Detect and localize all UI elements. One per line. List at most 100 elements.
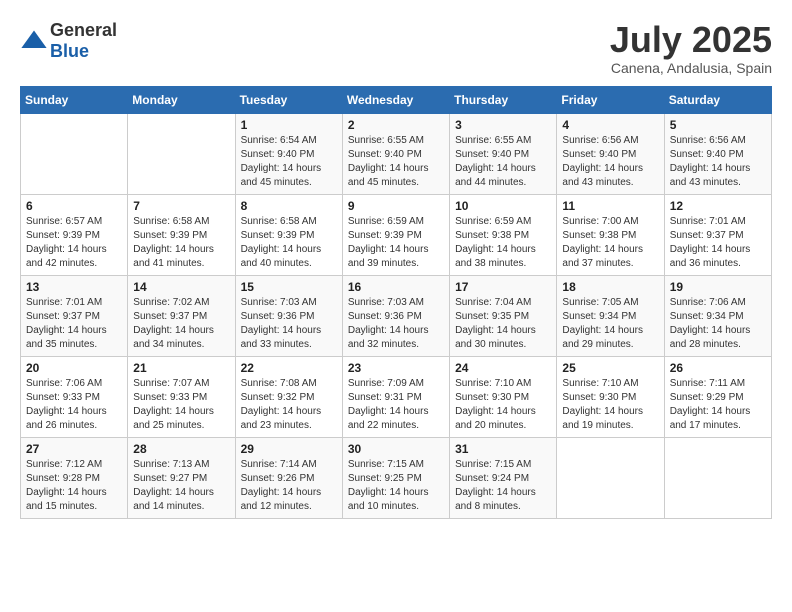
table-row (128, 113, 235, 194)
day-info: Sunrise: 6:58 AMSunset: 9:39 PMDaylight:… (241, 216, 322, 269)
table-row: 3 Sunrise: 6:55 AMSunset: 9:40 PMDaylight… (450, 113, 557, 194)
logo-blue: Blue (50, 41, 89, 61)
table-row: 8Sunrise: 6:58 AMSunset: 9:39 PMDaylight… (235, 194, 342, 275)
header-sunday: Sunday (21, 86, 128, 113)
table-row: 7Sunrise: 6:58 AMSunset: 9:39 PMDaylight… (128, 194, 235, 275)
calendar-week-row: 20 Sunrise: 7:06 AMSunset: 9:33 PMDayligh… (21, 356, 772, 437)
table-row: 10 Sunrise: 6:59 AMSunset: 9:38 PMDayligh… (450, 194, 557, 275)
table-row: 26 Sunrise: 7:11 AMSunset: 9:29 PMDayligh… (664, 356, 771, 437)
table-row: 5Sunrise: 6:56 AMSunset: 9:40 PMDaylight… (664, 113, 771, 194)
table-row: 27 Sunrise: 7:12 AMSunset: 9:28 PMDayligh… (21, 437, 128, 518)
table-row: 22Sunrise: 7:08 AMSunset: 9:32 PMDayligh… (235, 356, 342, 437)
day-info: Sunrise: 6:57 AMSunset: 9:39 PMDaylight:… (26, 216, 107, 269)
day-info: Sunrise: 7:01 AMSunset: 9:37 PMDaylight:… (26, 297, 107, 350)
header-tuesday: Tuesday (235, 86, 342, 113)
day-info: Sunrise: 6:59 AMSunset: 9:39 PMDaylight:… (348, 216, 429, 269)
table-row: 25 Sunrise: 7:10 AMSunset: 9:30 PMDayligh… (557, 356, 664, 437)
logo-icon (20, 27, 48, 55)
table-row: 28Sunrise: 7:13 AMSunset: 9:27 PMDayligh… (128, 437, 235, 518)
day-info: Sunrise: 7:03 AMSunset: 9:36 PMDaylight:… (348, 297, 429, 350)
header-wednesday: Wednesday (342, 86, 449, 113)
day-number: 15 (241, 280, 337, 294)
header-thursday: Thursday (450, 86, 557, 113)
table-row: 12 Sunrise: 7:01 AMSunset: 9:37 PMDayligh… (664, 194, 771, 275)
day-number: 23 (348, 361, 444, 375)
day-number: 3 (455, 118, 551, 132)
day-number: 18 (562, 280, 658, 294)
day-info: Sunrise: 7:10 AMSunset: 9:30 PMDaylight:… (562, 378, 643, 431)
day-info: Sunrise: 7:06 AMSunset: 9:34 PMDaylight:… (670, 297, 751, 350)
table-row: 1 Sunrise: 6:54 AMSunset: 9:40 PMDaylight… (235, 113, 342, 194)
table-row (664, 437, 771, 518)
day-info: Sunrise: 6:54 AMSunset: 9:40 PMDaylight:… (241, 135, 322, 188)
day-number: 19 (670, 280, 766, 294)
day-number: 31 (455, 442, 551, 456)
table-row (557, 437, 664, 518)
header-saturday: Saturday (664, 86, 771, 113)
location-subtitle: Canena, Andalusia, Spain (610, 60, 772, 76)
day-number: 17 (455, 280, 551, 294)
day-number: 21 (133, 361, 229, 375)
day-number: 20 (26, 361, 122, 375)
day-info: Sunrise: 6:56 AMSunset: 9:40 PMDaylight:… (562, 135, 643, 188)
table-row: 17 Sunrise: 7:04 AMSunset: 9:35 PMDayligh… (450, 275, 557, 356)
day-info: Sunrise: 7:14 AMSunset: 9:26 PMDaylight:… (241, 459, 322, 512)
day-number: 4 (562, 118, 658, 132)
day-info: Sunrise: 7:08 AMSunset: 9:32 PMDaylight:… (241, 378, 322, 431)
table-row: 11Sunrise: 7:00 AMSunset: 9:38 PMDayligh… (557, 194, 664, 275)
day-number: 14 (133, 280, 229, 294)
day-number: 7 (133, 199, 229, 213)
day-info: Sunrise: 7:12 AMSunset: 9:28 PMDaylight:… (26, 459, 107, 512)
header-friday: Friday (557, 86, 664, 113)
day-number: 13 (26, 280, 122, 294)
day-number: 25 (562, 361, 658, 375)
day-info: Sunrise: 7:09 AMSunset: 9:31 PMDaylight:… (348, 378, 429, 431)
day-number: 30 (348, 442, 444, 456)
day-number: 27 (26, 442, 122, 456)
table-row (21, 113, 128, 194)
day-number: 10 (455, 199, 551, 213)
day-info: Sunrise: 7:10 AMSunset: 9:30 PMDaylight:… (455, 378, 536, 431)
page-header: General Blue July 2025 Canena, Andalusia… (20, 20, 772, 76)
day-info: Sunrise: 6:55 AMSunset: 9:40 PMDaylight:… (455, 135, 536, 188)
day-number: 9 (348, 199, 444, 213)
table-row: 4 Sunrise: 6:56 AMSunset: 9:40 PMDaylight… (557, 113, 664, 194)
day-info: Sunrise: 7:01 AMSunset: 9:37 PMDaylight:… (670, 216, 751, 269)
day-number: 6 (26, 199, 122, 213)
day-number: 11 (562, 199, 658, 213)
table-row: 15 Sunrise: 7:03 AMSunset: 9:36 PMDayligh… (235, 275, 342, 356)
logo-general: General (50, 20, 117, 40)
day-number: 16 (348, 280, 444, 294)
day-number: 26 (670, 361, 766, 375)
logo: General Blue (20, 20, 117, 62)
day-number: 12 (670, 199, 766, 213)
calendar-week-row: 27 Sunrise: 7:12 AMSunset: 9:28 PMDayligh… (21, 437, 772, 518)
day-info: Sunrise: 6:59 AMSunset: 9:38 PMDaylight:… (455, 216, 536, 269)
title-block: July 2025 Canena, Andalusia, Spain (610, 20, 772, 76)
day-info: Sunrise: 6:55 AMSunset: 9:40 PMDaylight:… (348, 135, 429, 188)
calendar-week-row: 13 Sunrise: 7:01 AMSunset: 9:37 PMDayligh… (21, 275, 772, 356)
table-row: 30Sunrise: 7:15 AMSunset: 9:25 PMDayligh… (342, 437, 449, 518)
day-number: 1 (241, 118, 337, 132)
table-row: 29 Sunrise: 7:14 AMSunset: 9:26 PMDayligh… (235, 437, 342, 518)
day-number: 29 (241, 442, 337, 456)
day-info: Sunrise: 7:05 AMSunset: 9:34 PMDaylight:… (562, 297, 643, 350)
header-monday: Monday (128, 86, 235, 113)
day-info: Sunrise: 7:11 AMSunset: 9:29 PMDaylight:… (670, 378, 751, 431)
day-info: Sunrise: 7:07 AMSunset: 9:33 PMDaylight:… (133, 378, 214, 431)
table-row: 2Sunrise: 6:55 AMSunset: 9:40 PMDaylight… (342, 113, 449, 194)
calendar-week-row: 6 Sunrise: 6:57 AMSunset: 9:39 PMDaylight… (21, 194, 772, 275)
day-info: Sunrise: 7:06 AMSunset: 9:33 PMDaylight:… (26, 378, 107, 431)
calendar-table: Sunday Monday Tuesday Wednesday Thursday… (20, 86, 772, 519)
day-info: Sunrise: 7:03 AMSunset: 9:36 PMDaylight:… (241, 297, 322, 350)
day-info: Sunrise: 7:02 AMSunset: 9:37 PMDaylight:… (133, 297, 214, 350)
table-row: 19 Sunrise: 7:06 AMSunset: 9:34 PMDayligh… (664, 275, 771, 356)
table-row: 20 Sunrise: 7:06 AMSunset: 9:33 PMDayligh… (21, 356, 128, 437)
day-info: Sunrise: 7:15 AMSunset: 9:24 PMDaylight:… (455, 459, 536, 512)
table-row: 23 Sunrise: 7:09 AMSunset: 9:31 PMDayligh… (342, 356, 449, 437)
table-row: 14 Sunrise: 7:02 AMSunset: 9:37 PMDayligh… (128, 275, 235, 356)
day-info: Sunrise: 7:04 AMSunset: 9:35 PMDaylight:… (455, 297, 536, 350)
table-row: 13 Sunrise: 7:01 AMSunset: 9:37 PMDayligh… (21, 275, 128, 356)
calendar-week-row: 1 Sunrise: 6:54 AMSunset: 9:40 PMDaylight… (21, 113, 772, 194)
table-row: 6 Sunrise: 6:57 AMSunset: 9:39 PMDaylight… (21, 194, 128, 275)
